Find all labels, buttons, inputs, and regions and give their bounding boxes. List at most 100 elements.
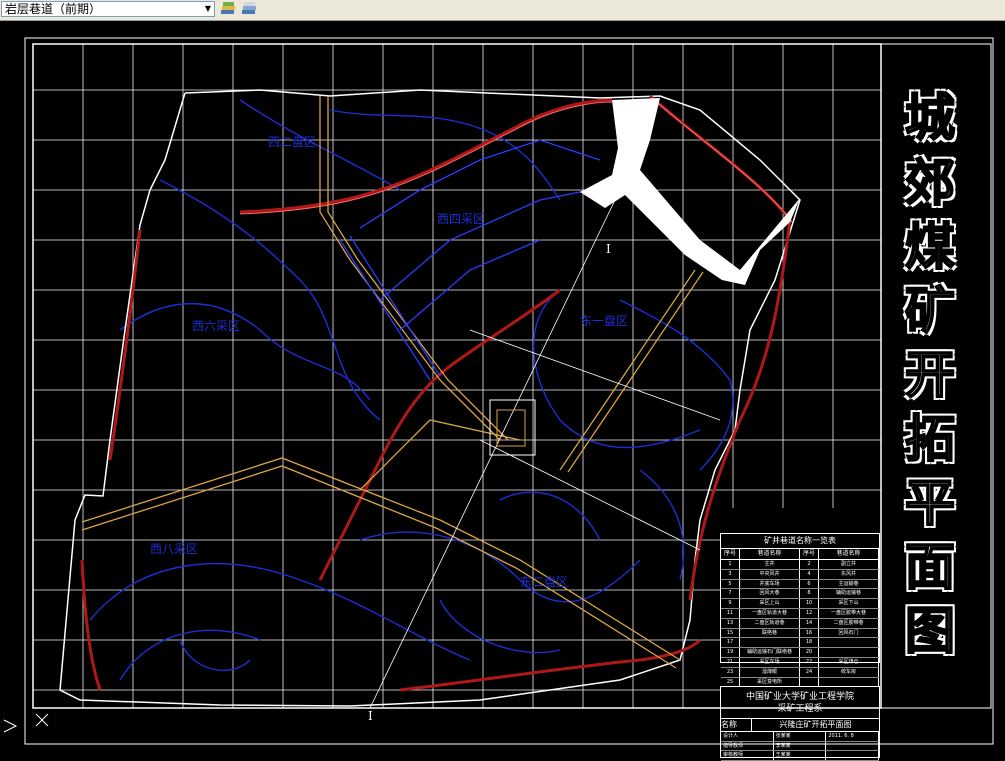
table-cell xyxy=(740,638,800,648)
drawing-title-char: 面 xyxy=(904,537,956,597)
table-cell: 二盘区轨道巷 xyxy=(740,618,800,628)
table-cell: 回风石门 xyxy=(819,628,879,638)
table-cell: 辅助运输石门联络巷 xyxy=(740,648,800,657)
table-cell: 10 xyxy=(800,599,819,608)
signature-cell: 李某某 xyxy=(774,741,827,750)
layer-previous-icon[interactable] xyxy=(240,1,258,18)
table-cell: 中央风井 xyxy=(740,569,800,579)
table-header-cell: 序号 xyxy=(721,549,740,559)
chevron-down-icon[interactable]: ▼ xyxy=(202,2,214,16)
section-mark: I xyxy=(368,709,373,723)
table-header: 序号 巷道名称 序号 巷道名称 xyxy=(721,549,879,560)
drawing-name: 兴隆庄矿开拓平面图 xyxy=(779,720,852,729)
drawing-title-char: 图 xyxy=(904,601,956,661)
table-row: 15 联络巷 16 回风石门 xyxy=(721,628,879,639)
zone-label: 东一盘区 xyxy=(580,314,629,328)
signature-row: 设计人 张某某 2011. 6. 8 xyxy=(721,732,880,742)
section-mark: I xyxy=(606,242,611,256)
table-cell: 19 xyxy=(721,648,740,657)
table-row: 13 二盘区轨道巷 14 二盘区胶带巷 xyxy=(721,618,879,629)
table-row: 23 溜煤眼 24 绞车房 xyxy=(721,667,879,678)
drawing-title-char: 城 xyxy=(904,88,956,148)
table-cell: 21 xyxy=(721,657,740,667)
signature-row: 指导教师 李某某 xyxy=(721,741,880,751)
signature-cell: 审核教师 xyxy=(721,751,774,760)
table-cell: 3 xyxy=(721,569,740,579)
table-cell: 6 xyxy=(800,579,819,589)
table-cell: 20 xyxy=(800,648,819,657)
zone-label: 西四采区 xyxy=(437,212,486,226)
table-row: 11 一盘区轨道大巷 12 一盘区胶带大巷 xyxy=(721,608,879,619)
layer-dropdown[interactable]: 岩层巷道（前期） ▼ xyxy=(1,1,215,17)
section-lines xyxy=(369,199,721,709)
layer-name: 岩层巷道（前期） xyxy=(5,2,102,16)
layer-toolbar: 岩层巷道（前期） ▼ xyxy=(0,0,1005,21)
table-row: 7 回风大巷 8 辅助运输巷 xyxy=(721,589,879,600)
table-cell: 溜煤眼 xyxy=(740,667,800,677)
table-cell: 9 xyxy=(721,599,740,608)
zone-label: 东二盘区 xyxy=(520,575,569,589)
table-cell: 一盘区胶带大巷 xyxy=(819,608,879,618)
ucs-icon xyxy=(3,719,18,733)
table-cell: 联络巷 xyxy=(740,628,800,638)
table-cell: 辅助运输巷 xyxy=(819,589,879,599)
outcrop-area xyxy=(580,98,800,285)
drawing-title-char: 煤 xyxy=(904,217,956,277)
drawing-title-char: 拓 xyxy=(904,409,956,469)
table-cell: 14 xyxy=(800,618,819,628)
drawing-title-char: 矿 xyxy=(904,281,956,341)
zone-label: 西六采区 xyxy=(192,319,241,333)
drawing-title-char: 开 xyxy=(904,345,956,405)
table-cell: 副立井 xyxy=(819,560,879,569)
roadways xyxy=(80,94,792,692)
table-cell: 15 xyxy=(721,628,740,638)
org-name: 中国矿业大学矿业工程学院 xyxy=(745,692,854,702)
table-cell: 7 xyxy=(721,589,740,599)
table-cell: 5 xyxy=(721,579,740,589)
signature-cell: 王某某 xyxy=(774,751,827,760)
table-cell: 一盘区轨道大巷 xyxy=(740,608,800,618)
table-header-cell: 序号 xyxy=(800,549,819,559)
table-cell: 主运输巷 xyxy=(819,579,879,589)
table-cell: 采区下山 xyxy=(819,599,879,608)
signature-row: 审核教师 王某某 xyxy=(721,751,880,761)
table-header-cell: 巷道名称 xyxy=(819,549,879,559)
table-cell xyxy=(819,638,879,648)
title-block: 中国矿业大学矿业工程学院 采矿工程系 名称 兴隆庄矿开拓平面图 设计人 张某某 20… xyxy=(720,686,880,761)
table-cell: 16 xyxy=(800,628,819,638)
table-row: 17 18 xyxy=(721,638,879,649)
department-name: 采矿工程系 xyxy=(777,704,823,714)
drawing-label: 名称 xyxy=(721,719,752,731)
zone-label: 西二盘区 xyxy=(268,135,317,149)
table-cell: 12 xyxy=(800,608,819,618)
signature-cell: 2011. 6. 8 xyxy=(826,732,880,741)
signature-cell: 设计人 xyxy=(721,732,774,741)
drawing-title-char: 郊 xyxy=(904,153,956,213)
signature-cell xyxy=(826,741,880,750)
table-cell: 回风大巷 xyxy=(740,589,800,599)
signature-cell: 指导教师 xyxy=(721,741,774,750)
signature-cell xyxy=(826,751,880,760)
cad-drawing-area[interactable]: 西二盘区 西四采区 西六采区 东一盘区 西八采区 东二盘区 I I 城 郊 煤 … xyxy=(0,20,1005,761)
table-row: 9 采区上山 10 采区下山 xyxy=(721,599,879,609)
table-row: 5 井底车场 6 主运输巷 xyxy=(721,579,879,590)
mine-boundary xyxy=(59,89,801,707)
crosshair-cursor xyxy=(35,713,49,727)
layer-states-icon[interactable] xyxy=(219,1,237,18)
table-cell: 二盘区胶带巷 xyxy=(819,618,879,628)
table-cell: 2 xyxy=(800,560,819,569)
table-cell: 13 xyxy=(721,618,740,628)
table-cell: 东风井 xyxy=(819,569,879,579)
table-cell: 绞车房 xyxy=(819,667,879,677)
table-cell: 8 xyxy=(800,589,819,599)
table-cell: 采区车场 xyxy=(740,657,800,667)
title-block-org: 中国矿业大学矿业工程学院 采矿工程系 xyxy=(721,687,879,719)
table-header-cell: 巷道名称 xyxy=(740,549,800,559)
table-cell: 17 xyxy=(721,638,740,648)
table-cell: 18 xyxy=(800,638,819,648)
table-cell: 23 xyxy=(721,667,740,677)
table-title: 矿井巷道名称一览表 xyxy=(721,534,879,549)
table-row: 21 采区车场 22 采区煤仓 xyxy=(721,657,879,668)
table-cell: 22 xyxy=(800,657,819,667)
roadway-name-table: 矿井巷道名称一览表 序号 巷道名称 序号 巷道名称 1 主井 2 副立井 3 中央风井 4 东… xyxy=(720,533,880,688)
